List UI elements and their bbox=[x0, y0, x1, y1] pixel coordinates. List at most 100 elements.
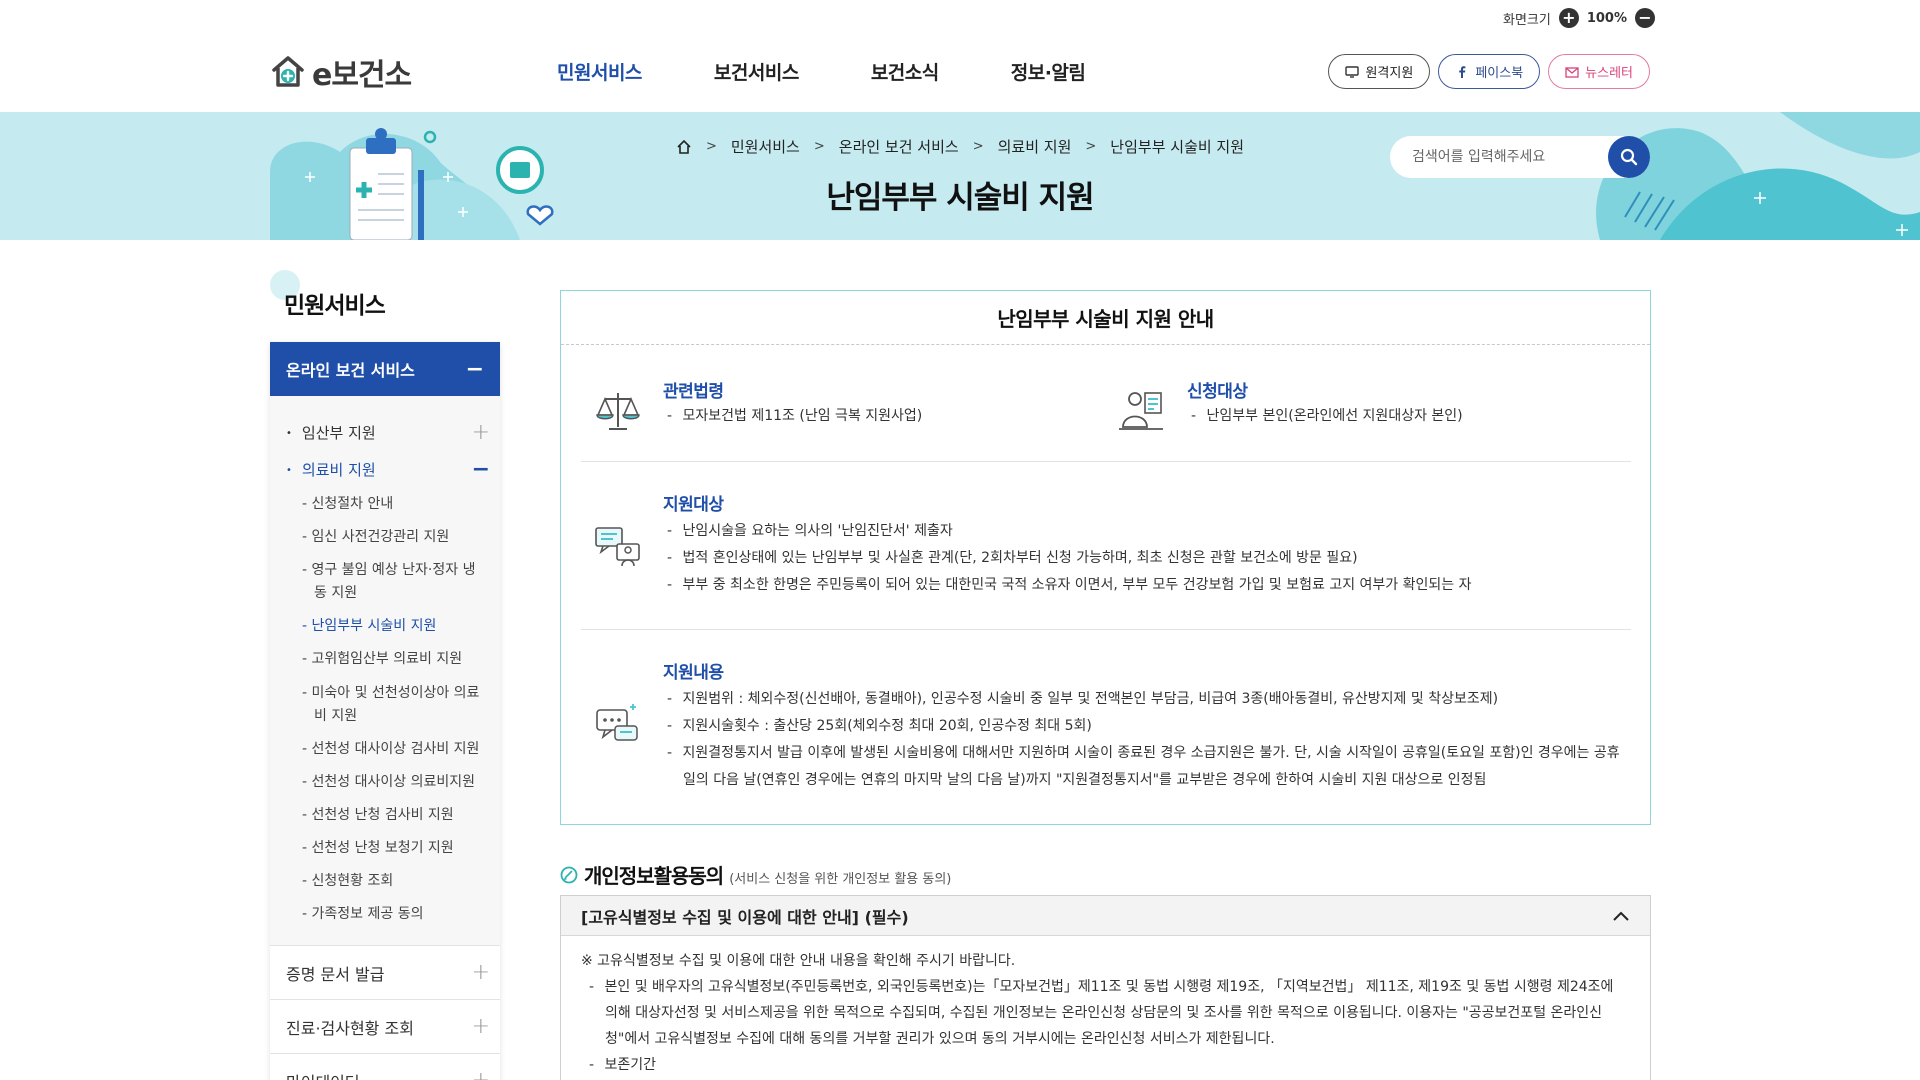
list-item: 부부 중 최소한 한명은 주민등록이 되어 있는 대한민국 국적 소유자 이면서… bbox=[667, 572, 1627, 599]
zoom-in-button[interactable]: + bbox=[1558, 8, 1579, 28]
breadcrumb-item-online-health[interactable]: 온라인 보건 서비스 bbox=[839, 136, 959, 157]
sidebar-item-label: 의료비 지원 bbox=[286, 459, 376, 480]
sidebar-subitem[interactable]: 선천성 난청 검사비 지원 bbox=[270, 799, 500, 832]
facebook-icon bbox=[1459, 65, 1466, 78]
logo-text: e보건소 bbox=[312, 58, 412, 93]
facebook-label: 페이스북 bbox=[1475, 66, 1524, 81]
sidebar-menu: 온라인 보건 서비스 − 임산부 지원 + 의료비 지원 − 신청절차 안내 임… bbox=[270, 342, 500, 1080]
expand-icon: + bbox=[471, 1014, 490, 1040]
breadcrumb-item-current[interactable]: 난임부부 시술비 지원 bbox=[1110, 136, 1244, 157]
list-item: 지원범위 : 체외수정(신선배아, 동결배아), 인공수정 시술비 중 일부 및… bbox=[667, 686, 1627, 713]
consent-header: 개인정보활용동의 (서비스 신청을 위한 개인정보 활용 동의) bbox=[560, 860, 951, 889]
list-item: 난임시술을 요하는 의사의 '난임진단서' 제출자 bbox=[667, 518, 1627, 545]
gnb-item-civil-service[interactable]: 민원서비스 bbox=[557, 58, 642, 85]
search-button[interactable] bbox=[1608, 136, 1650, 178]
newsletter-label: 뉴스레터 bbox=[1585, 66, 1633, 81]
remote-support-label: 원격지원 bbox=[1365, 66, 1414, 81]
expand-icon: + bbox=[471, 420, 490, 445]
zoom-value: 100% bbox=[1586, 10, 1627, 26]
sidebar-item-online-health[interactable]: 온라인 보건 서비스 − bbox=[270, 342, 500, 396]
gnb-item-health-service[interactable]: 보건서비스 bbox=[714, 58, 799, 85]
list-item: 지원시술횟수 : 출산당 25회(체외수정 최대 20회, 인공수정 최대 5회… bbox=[667, 713, 1627, 740]
consent-notice: ※ 고유식별정보 수집 및 이용에 대한 안내 내용을 확인해 주시기 바랍니다… bbox=[581, 953, 1016, 969]
consent-accordion: [고유식별정보 수집 및 이용에 대한 안내] (필수) ※ 고유식별정보 수집… bbox=[560, 895, 1651, 1080]
breadcrumb-item-civil-service[interactable]: 민원서비스 bbox=[731, 136, 800, 157]
law-list: 모자보건법 제11조 (난임 극복 지원사업) bbox=[667, 403, 1107, 430]
breadcrumb-separator: > bbox=[1085, 139, 1097, 154]
law-heading: 관련법령 bbox=[663, 382, 724, 402]
sidebar-item-certificates[interactable]: 증명 문서 발급 + bbox=[270, 945, 500, 1000]
breadcrumb-separator: > bbox=[972, 139, 984, 154]
remote-support-button[interactable]: 원격지원 bbox=[1328, 54, 1431, 89]
sidebar-item-medical-support[interactable]: 의료비 지원 − bbox=[270, 451, 500, 488]
consent-accordion-title: [고유식별정보 수집 및 이용에 대한 안내] (필수) bbox=[581, 907, 909, 927]
sidebar-item-pregnant-support[interactable]: 임산부 지원 + bbox=[270, 414, 500, 451]
breadcrumb-separator: > bbox=[813, 139, 825, 154]
page-title: 난임부부 시술비 지원 bbox=[826, 180, 1094, 216]
applicant-heading: 신청대상 bbox=[1187, 382, 1248, 402]
scales-icon bbox=[596, 393, 640, 430]
sidebar-item-label: 온라인 보건 서비스 bbox=[286, 361, 415, 380]
info-section-content: 지원내용 지원범위 : 체외수정(신선배아, 동결배아), 인공수정 시술비 중… bbox=[581, 629, 1631, 819]
content-list: 지원범위 : 체외수정(신선배아, 동결배아), 인공수정 시술비 중 일부 및… bbox=[667, 686, 1627, 794]
list-item: 난임부부 본인(온라인에선 지원대상자 본인) bbox=[1191, 403, 1621, 430]
support-info-box: 난임부부 시술비 지원 안내 관련법령 모자보건법 제11조 (난임 극복 지원… bbox=[560, 290, 1651, 825]
sidebar-subitem[interactable]: 신청현황 조회 bbox=[270, 865, 500, 898]
sidebar-item-treatment-history[interactable]: 진료·검사현황 조회 + bbox=[270, 999, 500, 1054]
list-item: 본인 및 배우자의 고유식별정보(주민등록번호, 외국인등록번호)는「모자보건법… bbox=[581, 974, 1630, 1052]
sidebar-subitem[interactable]: 미숙아 및 선천성이상아 의료비 지원 bbox=[270, 677, 500, 733]
sidebar-subitem[interactable]: 가족정보 제공 동의 bbox=[270, 898, 500, 931]
house-plus-icon bbox=[272, 56, 304, 87]
expand-icon: + bbox=[472, 1068, 490, 1080]
site-logo[interactable]: e보건소 bbox=[270, 50, 412, 94]
info-section-law: 관련법령 모자보건법 제11조 (난임 극복 지원사업) 신청대상 난임부부 본… bbox=[581, 361, 1631, 461]
sidebar-subitem[interactable]: 선천성 대사이상 의료비지원 bbox=[270, 766, 500, 799]
gnb-item-health-news[interactable]: 보건소식 bbox=[871, 58, 939, 85]
search-input[interactable] bbox=[1412, 149, 1602, 165]
expand-icon: + bbox=[471, 960, 490, 986]
check-circle-icon bbox=[560, 866, 578, 883]
search-icon bbox=[1620, 148, 1638, 166]
page-banner: > 민원서비스 > 온라인 보건 서비스 > 의료비 지원 > 난임부부 시술비… bbox=[0, 112, 1920, 240]
search-box bbox=[1390, 136, 1650, 178]
consent-accordion-toggle[interactable]: [고유식별정보 수집 및 이용에 대한 안내] (필수) bbox=[561, 896, 1650, 936]
sidebar-subitem[interactable]: 선천성 난청 보청기 지원 bbox=[270, 832, 500, 865]
zoom-control: 화면크기 + 100% − bbox=[1503, 8, 1655, 28]
zoom-label: 화면크기 bbox=[1502, 12, 1551, 28]
sidebar-subitem-current[interactable]: 난임부부 시술비 지원 bbox=[270, 610, 500, 643]
sidebar-subitem[interactable]: 임신 사전건강관리 지원 bbox=[270, 521, 500, 554]
list-item: 법적 혼인상태에 있는 난임부부 및 사실혼 관계(단, 2회차부터 신청 가능… bbox=[667, 545, 1627, 572]
consultation-icon bbox=[595, 527, 640, 567]
sidebar-subitem[interactable]: 고위험임산부 의료비 지원 bbox=[270, 643, 500, 676]
target-list: 난임시술을 요하는 의사의 '난임진단서' 제출자 법적 혼인상태에 있는 난임… bbox=[667, 518, 1627, 599]
collapse-icon: − bbox=[471, 457, 490, 482]
zoom-out-button[interactable]: − bbox=[1635, 8, 1655, 28]
sidebar-item-mydata[interactable]: 마이데이터 + bbox=[270, 1053, 500, 1080]
sidebar-subitem[interactable]: 영구 불임 예상 난자·정자 냉동 지원 bbox=[270, 554, 500, 610]
applicant-icon bbox=[1119, 392, 1163, 430]
chevron-up-icon bbox=[1613, 911, 1629, 921]
sidebar-subitem[interactable]: 선천성 대사이상 검사비 지원 bbox=[270, 733, 500, 766]
newsletter-button[interactable]: 뉴스레터 bbox=[1548, 54, 1650, 89]
home-icon[interactable] bbox=[676, 139, 692, 155]
sidebar-subitem[interactable]: 신청절차 안내 bbox=[270, 488, 500, 521]
list-item: 보존기간 bbox=[581, 1052, 1630, 1078]
consent-subtitle: (서비스 신청을 위한 개인정보 활용 동의) bbox=[729, 872, 952, 887]
main-navigation: 민원서비스 보건서비스 보건소식 정보·알림 bbox=[557, 58, 1086, 85]
content-heading: 지원내용 bbox=[663, 663, 724, 683]
chat-bubbles-icon bbox=[596, 704, 638, 741]
list-item: 모자보건법 제11조 (난임 극복 지원사업) bbox=[667, 403, 1107, 430]
consent-body: ※ 고유식별정보 수집 및 이용에 대한 안내 내용을 확인해 주시기 바랍니다… bbox=[561, 936, 1650, 1080]
consent-list: 본인 및 배우자의 고유식별정보(주민등록번호, 외국인등록번호)는「모자보건법… bbox=[581, 974, 1630, 1078]
sidebar-submenu: 임산부 지원 + 의료비 지원 − 신청절차 안내 임신 사전건강관리 지원 영… bbox=[270, 396, 500, 946]
gnb-item-info-notice[interactable]: 정보·알림 bbox=[1011, 58, 1086, 85]
applicant-list: 난임부부 본인(온라인에선 지원대상자 본인) bbox=[1191, 403, 1621, 430]
list-item: 지원결정통지서 발급 이후에 발생된 시술비용에 대해서만 지원하며 시술이 종… bbox=[667, 740, 1627, 794]
breadcrumb-item-medical-support[interactable]: 의료비 지원 bbox=[998, 136, 1072, 157]
facebook-button[interactable]: 페이스북 bbox=[1438, 54, 1541, 89]
target-heading: 지원대상 bbox=[663, 495, 724, 515]
info-section-target: 지원대상 난임시술을 요하는 의사의 '난임진단서' 제출자 법적 혼인상태에 … bbox=[581, 461, 1631, 629]
breadcrumb-separator: > bbox=[705, 139, 717, 154]
sidebar-item-label: 마이데이터 bbox=[286, 1069, 360, 1080]
sidebar-item-label: 진료·검사현황 조회 bbox=[286, 1018, 414, 1038]
